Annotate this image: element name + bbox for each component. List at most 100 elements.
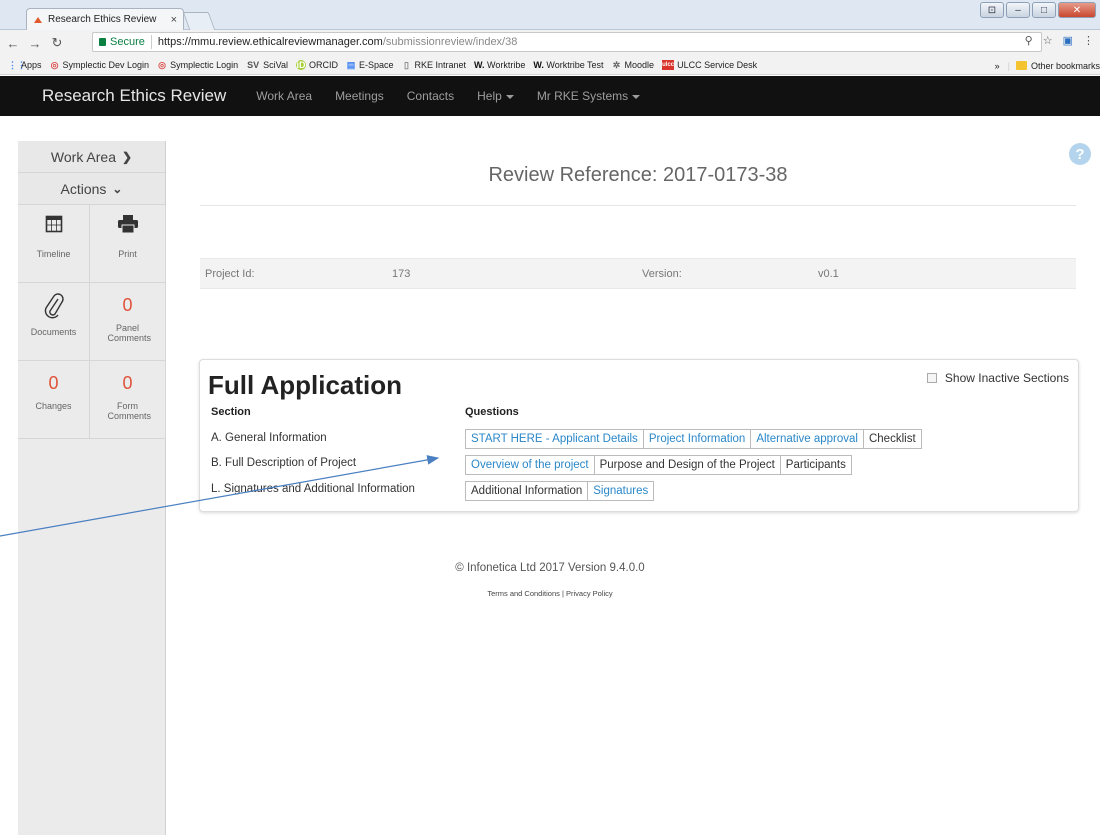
sidebar-work-area-label: Work Area — [50, 148, 117, 165]
bookmark-worktribe-test[interactable]: W. Worktribe Test — [533, 60, 603, 70]
bookmark-symplectic-dev-login[interactable]: ◎ Symplectic Dev Login — [50, 60, 150, 70]
footer-links[interactable]: Terms and Conditions | Privacy Policy — [0, 589, 1100, 598]
nav-meetings[interactable]: Meetings — [335, 89, 384, 103]
section-a-questions: START HERE - Applicant Details Project I… — [465, 429, 922, 449]
nav-user-dropdown[interactable]: Mr RKE Systems — [536, 89, 641, 103]
maximize-icon[interactable]: □ — [1032, 2, 1056, 18]
star-icon[interactable]: ☆ — [1043, 34, 1053, 47]
nav-help-dropdown[interactable]: Help — [477, 89, 514, 103]
sidebar-work-area[interactable]: Work Area ❯ — [18, 141, 165, 173]
bookmark-rke-intranet[interactable]: ▯ RKE Intranet — [401, 60, 466, 70]
question-checklist[interactable]: Checklist — [862, 429, 922, 449]
show-inactive-checkbox[interactable] — [926, 373, 937, 383]
bookmark-label: Symplectic Dev Login — [62, 60, 150, 70]
folder-icon — [1015, 61, 1027, 70]
tile-panel-comments-label: Panel Comments — [107, 323, 152, 343]
version-label: Version: — [642, 268, 682, 280]
question-overview-of-the-project[interactable]: Overview of the project — [465, 455, 595, 475]
form-comments-count: 0 — [122, 373, 133, 393]
bookmark-moodle[interactable]: ✲ Moodle — [612, 60, 654, 70]
questions-column-header: Questions — [465, 406, 519, 418]
caret-down-icon — [632, 94, 641, 99]
bookmark-ulcc-service-desk[interactable]: ulcc ULCC Service Desk — [662, 60, 757, 70]
lock-icon — [99, 38, 106, 46]
title-divider — [200, 205, 1076, 206]
bookmark-scival[interactable]: SV SciVal — [246, 60, 288, 70]
bookmark-worktribe[interactable]: W. Worktribe — [474, 60, 525, 70]
tile-form-comments[interactable]: 0 Form Comments — [90, 361, 166, 439]
bookmark-label: ORCID — [308, 60, 338, 70]
extension-icon[interactable]: ▣ — [1063, 34, 1073, 47]
secure-indicator[interactable]: Secure — [99, 36, 145, 48]
tile-timeline[interactable]: Timeline — [18, 205, 90, 283]
nav-user-label: Mr RKE Systems — [536, 89, 629, 103]
footer-copyright: © Infonetica Ltd 2017 Version 9.4.0.0 — [455, 562, 645, 574]
tile-changes[interactable]: 0 Changes — [18, 361, 90, 439]
question-start-here-applicant-details[interactable]: START HERE - Applicant Details — [465, 429, 644, 449]
browser-toolbar: ← → ↻ Secure https://mmu.review.ethicalr… — [0, 30, 1100, 56]
bookmarks-bar: ⋮⋮ Apps ◎ Symplectic Dev Login ◎ Symplectic… — [0, 56, 1100, 75]
nav-work-area[interactable]: Work Area — [256, 89, 312, 103]
project-info-row: Project Id: 173 Version: v0.1 — [200, 258, 1076, 289]
section-b-label: B. Full Description of Project — [211, 457, 357, 469]
address-separator — [150, 35, 152, 49]
app-navbar: Research Ethics Review Work Area Meeting… — [0, 76, 1100, 116]
bookmark-e-space[interactable]: ▤ E-Space — [346, 60, 394, 70]
bookmark-orcid[interactable]: iD ORCID — [295, 60, 338, 70]
browser-tab[interactable]: Research Ethics Review × — [26, 8, 184, 30]
zoom-icon[interactable]: ⚲ — [1025, 34, 1033, 47]
window-close-icon[interactable]: ✕ — [1058, 2, 1096, 18]
bookmarks-more-icon[interactable]: » — [995, 61, 1000, 71]
symplectic-icon: ◎ — [158, 60, 166, 70]
bookmark-label: Apps — [21, 60, 42, 70]
bookmark-label: Symplectic Login — [170, 60, 239, 70]
bookmark-label: E-Space — [358, 60, 394, 70]
nav-contacts[interactable]: Contacts — [407, 89, 454, 103]
calendar-icon — [45, 215, 62, 233]
worktribe-icon: W. — [533, 60, 544, 70]
reload-icon[interactable]: ↻ — [48, 35, 66, 51]
tile-panel-comments[interactable]: 0 Panel Comments — [90, 283, 166, 361]
question-additional-information[interactable]: Additional Information — [465, 481, 589, 501]
question-alternative-approval[interactable]: Alternative approval — [750, 429, 864, 449]
printer-icon — [117, 215, 138, 233]
show-inactive-toggle[interactable]: Show Inactive Sections — [926, 371, 1069, 385]
menu-icon[interactable]: ⋮ — [1083, 34, 1094, 47]
tab-title: Research Ethics Review — [48, 14, 157, 25]
tile-timeline-label: Timeline — [36, 249, 71, 259]
tile-print[interactable]: Print — [90, 205, 166, 283]
question-participants[interactable]: Participants — [779, 455, 852, 475]
tab-close-icon[interactable]: × — [171, 14, 177, 26]
project-id-value: 173 — [392, 268, 411, 280]
back-icon[interactable]: ← — [4, 36, 22, 51]
page-icon: ▤ — [346, 60, 356, 70]
other-bookmarks[interactable]: Other bookmarks — [1031, 61, 1100, 71]
address-bar[interactable]: Secure https://mmu.review.ethicalreviewm… — [92, 32, 1042, 52]
symplectic-icon: ◎ — [50, 60, 59, 70]
changes-count: 0 — [48, 373, 59, 393]
question-purpose-and-design[interactable]: Purpose and Design of the Project — [593, 455, 781, 475]
sidebar-actions[interactable]: Actions ⌄ — [18, 173, 165, 205]
help-icon[interactable]: ? — [1069, 143, 1091, 165]
question-signatures[interactable]: Signatures — [587, 481, 655, 501]
tile-documents[interactable]: Documents — [18, 283, 90, 361]
forward-icon[interactable]: → — [26, 36, 44, 51]
bookmark-label: RKE Intranet — [414, 60, 467, 70]
review-reference-title: Review Reference: 2017-0173-38 — [488, 164, 788, 186]
brand-title[interactable]: Research Ethics Review — [42, 86, 226, 106]
bookmark-apps[interactable]: ⋮⋮ Apps — [8, 60, 42, 70]
minimize-icon[interactable]: – — [1006, 2, 1030, 18]
caret-down-icon — [505, 94, 514, 99]
question-project-information[interactable]: Project Information — [642, 429, 752, 449]
bookmark-symplectic-login[interactable]: ◎ Symplectic Login — [157, 60, 238, 70]
new-tab-button[interactable] — [182, 12, 216, 30]
url-path: /submissionreview/index/38 — [382, 36, 518, 48]
bookmark-label: Worktribe Test — [546, 60, 604, 70]
apps-grid-icon: ⋮⋮ — [8, 60, 26, 70]
sidebar: Work Area ❯ Actions ⌄ Timeline Print Docum… — [18, 141, 166, 835]
full-application-title: Full Application — [208, 370, 403, 400]
ulcc-icon: ulcc — [662, 60, 675, 70]
url-host: https://mmu.review.ethicalreviewmanager.… — [157, 36, 383, 48]
tile-documents-label: Documents — [30, 327, 77, 337]
window-menu-icon[interactable]: ⊡ — [980, 2, 1004, 18]
